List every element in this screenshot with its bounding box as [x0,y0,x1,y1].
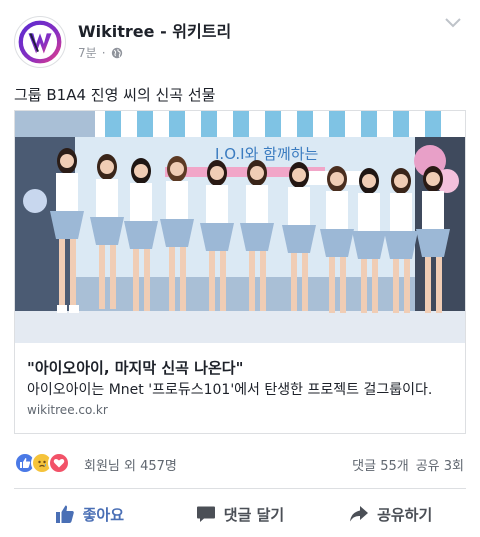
post-text: 그룹 B1A4 진영 씨의 신곡 선물 [14,86,216,104]
divider [14,488,466,489]
share-label: 공유하기 [377,505,433,524]
share-button[interactable]: 공유하기 [315,496,466,532]
awning [95,111,465,137]
comment-button[interactable]: 댓글 달기 [165,496,316,532]
share-arrow-icon [350,506,369,522]
meta-separator: · [101,45,106,60]
page-name[interactable]: Wikitree - 위키트리 [78,18,231,42]
thumbs-up-icon [55,505,74,523]
reaction-icons[interactable] [14,452,70,474]
group-photo-image: I.O.I와 함께하는 [15,111,465,343]
comment-label: 댓글 달기 [223,505,285,524]
wikitree-logo-icon [18,20,62,64]
post-time[interactable]: 7분 [78,44,97,61]
engagement-stats: 댓글 55개 공유 3회 [352,455,464,474]
link-domain: wikitree.co.kr [27,403,108,417]
backdrop-banner-text: I.O.I와 함께하는 [215,145,319,163]
page-avatar[interactable] [14,16,66,68]
like-button[interactable]: 좋아요 [14,496,165,532]
reaction-summary[interactable]: 회원님 외 457명 [84,455,177,474]
post-header: Wikitree - 위키트리 7분 · [14,12,466,72]
comment-count[interactable]: 댓글 55개 [352,455,409,474]
link-preview-photo[interactable]: I.O.I와 함께하는 [15,111,465,343]
comment-icon [196,506,215,522]
post-meta: 7분 · [78,44,123,61]
post-actions: 좋아요 댓글 달기 공유하기 [14,496,466,532]
link-description: 아이오아이는 Mnet '프로듀스101'에서 탄생한 프로젝트 걸그룹이다. [27,382,433,398]
link-title[interactable]: "아이오아이, 마지막 신곡 나온다" [27,357,243,378]
facebook-post: Wikitree - 위키트리 7분 · 그룹 B1A4 진영 씨의 신곡 선물 [0,0,480,537]
chevron-down-icon[interactable] [444,16,462,30]
like-label: 좋아요 [82,505,125,524]
love-icon [48,452,70,474]
reactions-bar: 회원님 외 457명 댓글 55개 공유 3회 [14,452,466,474]
link-preview-card[interactable]: I.O.I와 함께하는 "아이오아이, 마지막 신곡 나온다" 아이오아이는 M… [14,110,466,434]
share-count[interactable]: 공유 3회 [416,455,464,474]
globe-icon[interactable] [111,47,123,59]
